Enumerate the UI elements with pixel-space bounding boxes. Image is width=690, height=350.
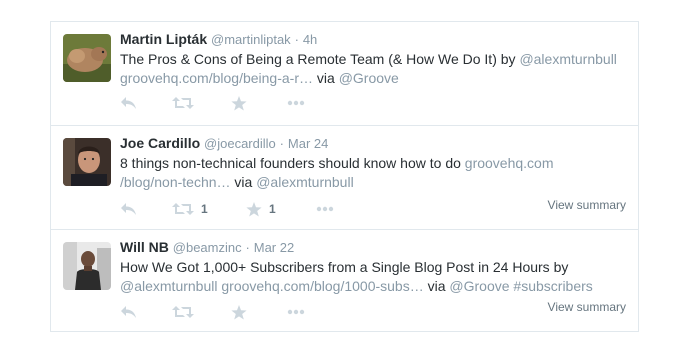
more-button[interactable] [287, 93, 305, 113]
tweet-time[interactable]: 4h [303, 32, 317, 47]
url-link[interactable]: /blog/non-techn… [120, 174, 231, 190]
more-icon [287, 100, 305, 106]
text-segment: via [423, 278, 450, 294]
tweet-text: The Pros & Cons of Being a Remote Team (… [120, 50, 628, 88]
url-link[interactable]: groovehq.com/blog/being-a-r… [120, 70, 313, 86]
tweet-text: 8 things non-technical founders should k… [120, 154, 628, 192]
tweet-item[interactable]: Martin Lipták @martinliptak · 4h The Pro… [51, 22, 638, 126]
tweet-header: Will NB @beamzinc · Mar 22 [120, 238, 628, 257]
user-fullname[interactable]: Martin Lipták [120, 31, 207, 47]
reply-icon [121, 306, 136, 318]
tweet-header: Joe Cardillo @joecardillo · Mar 24 [120, 134, 628, 153]
tweet-item[interactable]: Joe Cardillo @joecardillo · Mar 24 8 thi… [51, 126, 638, 230]
url-link[interactable]: groovehq.com/blog/1000-subs… [221, 278, 423, 294]
user-handle[interactable]: @martinliptak [211, 32, 291, 47]
hashtag-link[interactable]: #subscribers [513, 278, 592, 294]
text-segment: The Pros & Cons of Being a Remote Team (… [120, 51, 520, 67]
tweet-item[interactable]: Will NB @beamzinc · Mar 22 How We Got 1,… [51, 230, 638, 331]
reply-button[interactable] [120, 302, 137, 322]
retweet-button[interactable]: 1 [172, 199, 208, 219]
reply-button[interactable] [120, 93, 137, 113]
more-button[interactable] [287, 302, 305, 322]
text-segment: via [313, 70, 339, 86]
more-icon [316, 206, 334, 212]
reply-button[interactable] [120, 199, 137, 219]
user-fullname[interactable]: Joe Cardillo [120, 135, 200, 151]
retweet-icon [172, 306, 194, 318]
text-segment: 8 things non-technical founders should k… [120, 155, 465, 171]
tweet-text: How We Got 1,000+ Subscribers from a Sin… [120, 258, 628, 296]
favorite-button[interactable] [231, 93, 247, 113]
tweet-time[interactable]: Mar 22 [254, 240, 294, 255]
text-segment: How We Got 1,000+ Subscribers from a Sin… [120, 259, 569, 275]
favorite-icon [231, 95, 247, 110]
mention-link[interactable]: @Groove [449, 278, 509, 294]
mention-link[interactable]: @Groove [339, 70, 399, 86]
mention-link[interactable]: @alexmturnbull [120, 278, 217, 294]
mention-link[interactable]: @alexmturnbull [256, 174, 353, 190]
retweet-button[interactable] [172, 93, 194, 113]
retweet-icon [172, 203, 194, 215]
avatar[interactable] [63, 34, 111, 82]
avatar[interactable] [63, 138, 111, 186]
favorite-button[interactable]: 1 [246, 199, 276, 219]
favorite-icon [246, 201, 262, 216]
more-button[interactable] [316, 199, 334, 219]
user-handle[interactable]: @beamzinc [173, 240, 242, 255]
user-handle[interactable]: @joecardillo [204, 136, 276, 151]
reply-icon [121, 97, 136, 109]
retweet-button[interactable] [172, 302, 194, 322]
separator-dot: · [279, 136, 284, 151]
separator-dot: · [294, 32, 299, 47]
retweet-icon [172, 97, 194, 109]
user-fullname[interactable]: Will NB [120, 239, 169, 255]
reply-icon [121, 203, 136, 215]
tweet-header: Martin Lipták @martinliptak · 4h [120, 30, 628, 49]
view-summary-link[interactable]: View summary [548, 300, 626, 314]
favorite-count: 1 [269, 202, 276, 216]
favorite-icon [231, 304, 247, 319]
text-segment: via [230, 174, 257, 190]
favorite-button[interactable] [231, 302, 247, 322]
separator-dot: · [245, 240, 250, 255]
tweet-time[interactable]: Mar 24 [288, 136, 328, 151]
avatar[interactable] [63, 242, 111, 290]
tweet-timeline: Martin Lipták @martinliptak · 4h The Pro… [50, 21, 639, 332]
url-link[interactable]: groovehq.com [465, 155, 554, 171]
retweet-count: 1 [201, 202, 208, 216]
view-summary-link[interactable]: View summary [548, 198, 626, 212]
more-icon [287, 309, 305, 315]
mention-link[interactable]: @alexmturnbull [519, 51, 616, 67]
